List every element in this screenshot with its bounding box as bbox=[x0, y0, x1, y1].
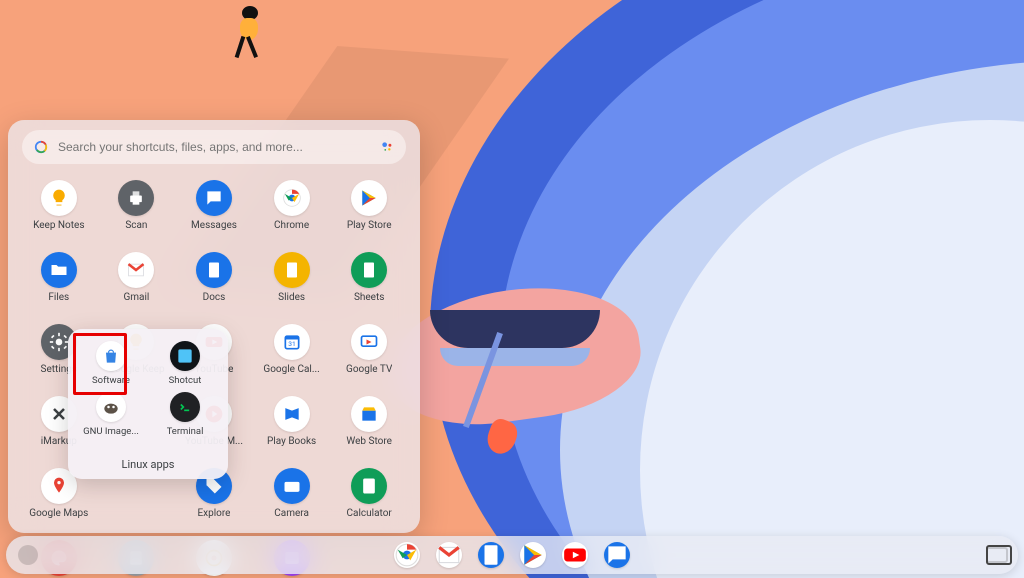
app-label: Terminal bbox=[167, 426, 204, 437]
shelf-app-youtube[interactable] bbox=[562, 542, 588, 568]
assistant-icon[interactable] bbox=[380, 140, 394, 154]
app-label: Software bbox=[92, 375, 130, 386]
app-google-tv[interactable]: Google TV bbox=[332, 320, 406, 388]
app-label: Messages bbox=[191, 220, 237, 231]
bulb-icon bbox=[41, 180, 77, 216]
folder-icon bbox=[41, 252, 77, 288]
app-label: Camera bbox=[274, 508, 309, 519]
printer-icon bbox=[118, 180, 154, 216]
app-label: GNU Image... bbox=[83, 426, 139, 437]
overview-icon[interactable] bbox=[986, 547, 1008, 563]
app-label: Keep Notes bbox=[33, 220, 84, 231]
app-label: Explore bbox=[197, 508, 230, 519]
gimp-icon bbox=[96, 392, 126, 422]
system-tray[interactable] bbox=[986, 547, 1008, 563]
app-files[interactable]: Files bbox=[22, 248, 96, 316]
app-web-store[interactable]: Web Store bbox=[332, 392, 406, 460]
app-gnu-image[interactable]: GNU Image... bbox=[76, 390, 146, 439]
store-icon bbox=[351, 396, 387, 432]
square-icon bbox=[170, 341, 200, 371]
app-software[interactable]: Software bbox=[76, 339, 146, 388]
cal-icon: 31 bbox=[274, 324, 310, 360]
app-label: Google Maps bbox=[29, 508, 88, 519]
app-shotcut[interactable]: Shotcut bbox=[150, 339, 220, 388]
shelf-app-play[interactable] bbox=[520, 542, 546, 568]
app-calculator[interactable]: Calculator bbox=[332, 464, 406, 532]
folder-title[interactable]: Linux apps bbox=[76, 454, 220, 473]
shelf-app-chrome[interactable] bbox=[394, 542, 420, 568]
app-play-books[interactable]: Play Books bbox=[255, 392, 329, 460]
book-icon bbox=[274, 396, 310, 432]
app-play-store[interactable]: Play Store bbox=[332, 176, 406, 244]
app-label: Web Store bbox=[346, 436, 392, 447]
gmail-icon bbox=[118, 252, 154, 288]
app-messages[interactable]: Messages bbox=[177, 176, 251, 244]
app-google-cal[interactable]: 31 Google Cal... bbox=[255, 320, 329, 388]
folder-popover-linux-apps: Software Shotcut GNU Image... Terminal Linu… bbox=[68, 329, 228, 479]
app-label: Files bbox=[48, 292, 69, 303]
app-label: Slides bbox=[278, 292, 305, 303]
app-camera[interactable]: Camera bbox=[255, 464, 329, 532]
shelf bbox=[6, 536, 1018, 574]
svg-text:31: 31 bbox=[288, 340, 295, 348]
doc-icon bbox=[351, 252, 387, 288]
app-gmail[interactable]: Gmail bbox=[100, 248, 174, 316]
app-label: Scan bbox=[125, 220, 147, 231]
app-label: Play Store bbox=[347, 220, 392, 231]
search-bar[interactable] bbox=[22, 130, 406, 164]
app-label: Calculator bbox=[347, 508, 392, 519]
app-scan[interactable]: Scan bbox=[100, 176, 174, 244]
shelf-app-docs[interactable] bbox=[478, 542, 504, 568]
launcher-button[interactable] bbox=[18, 545, 38, 565]
app-sheets[interactable]: Sheets bbox=[332, 248, 406, 316]
app-terminal[interactable]: Terminal bbox=[150, 390, 220, 439]
app-label: Play Books bbox=[267, 436, 316, 447]
google-icon bbox=[34, 140, 48, 154]
chrome-icon bbox=[274, 180, 310, 216]
app-label: Chrome bbox=[274, 220, 309, 231]
app-docs[interactable]: Docs bbox=[177, 248, 251, 316]
app-label: Shotcut bbox=[169, 375, 202, 386]
search-input[interactable] bbox=[58, 140, 370, 154]
app-keep-notes[interactable]: Keep Notes bbox=[22, 176, 96, 244]
doc-icon bbox=[274, 252, 310, 288]
app-label: Google TV bbox=[346, 364, 392, 375]
chat-icon bbox=[196, 180, 232, 216]
app-label: Google Cal... bbox=[263, 364, 319, 375]
shelf-app-gmail[interactable] bbox=[436, 542, 462, 568]
app-label: Docs bbox=[203, 292, 226, 303]
app-chrome[interactable]: Chrome bbox=[255, 176, 329, 244]
calc-icon bbox=[351, 468, 387, 504]
camera-icon bbox=[274, 468, 310, 504]
app-label: Sheets bbox=[354, 292, 384, 303]
app-launcher: Keep Notes Scan Messages Chrome Play Store Fi… bbox=[8, 120, 420, 533]
terminal-icon bbox=[170, 392, 200, 422]
doc-icon bbox=[196, 252, 232, 288]
shelf-app-messages[interactable] bbox=[604, 542, 630, 568]
play-icon bbox=[351, 180, 387, 216]
bag-icon bbox=[96, 341, 126, 371]
shelf-pinned-apps bbox=[394, 542, 630, 568]
app-slides[interactable]: Slides bbox=[255, 248, 329, 316]
app-label: Gmail bbox=[123, 292, 149, 303]
tv-icon bbox=[351, 324, 387, 360]
